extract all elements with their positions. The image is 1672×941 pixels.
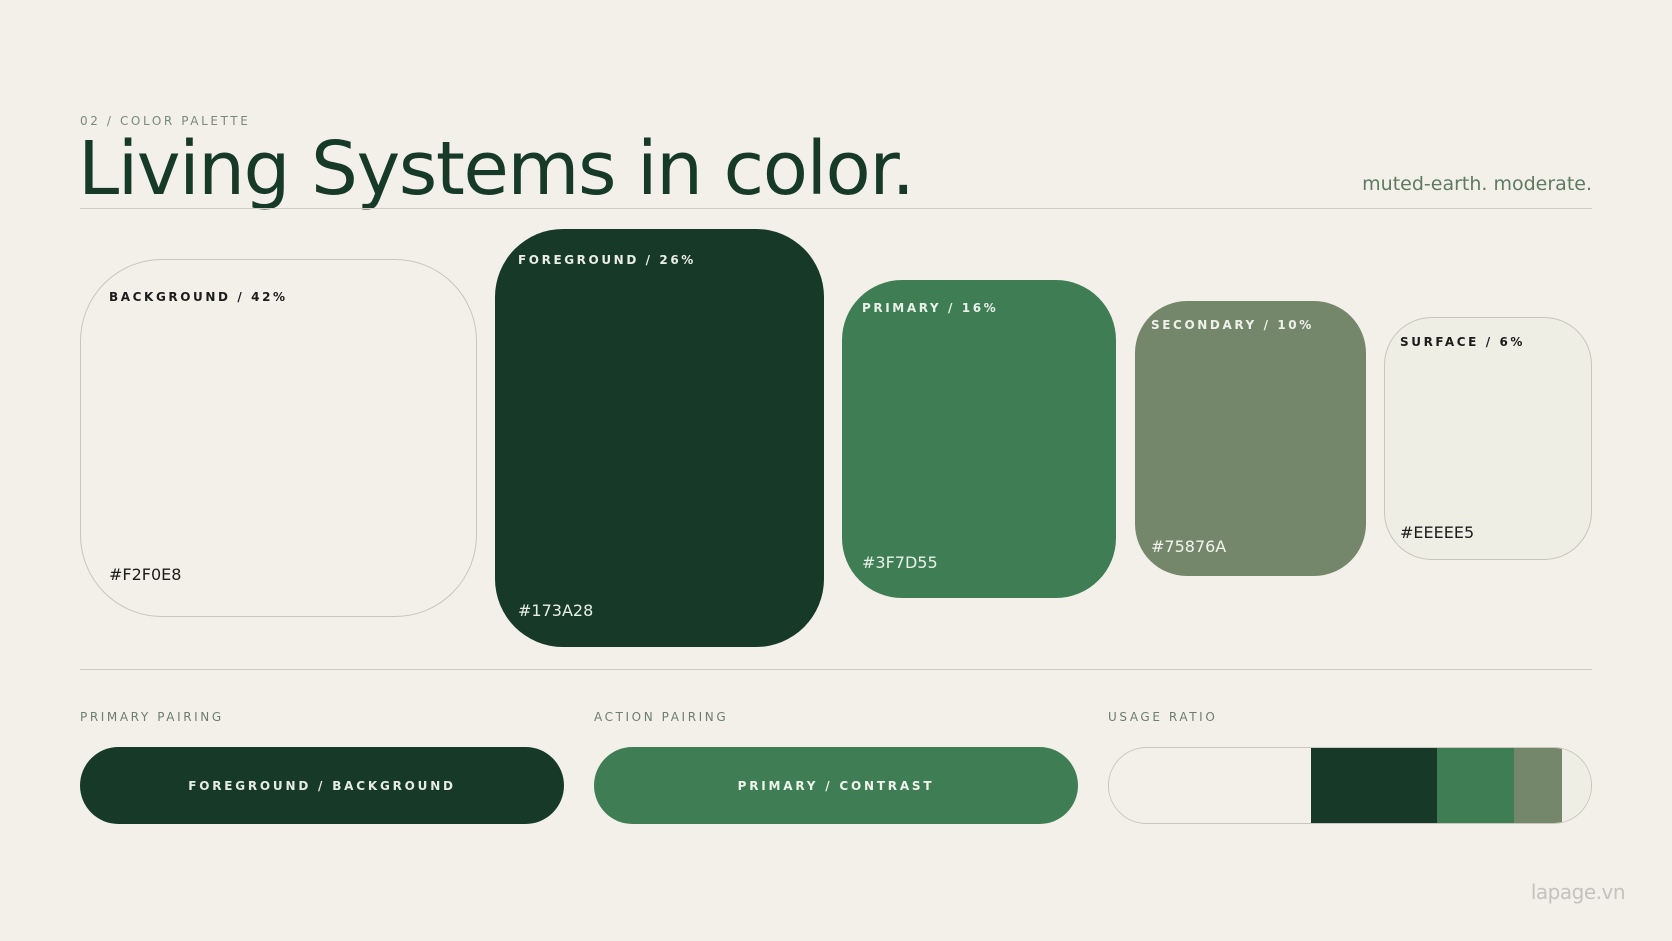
page-title: Living Systems in color.	[78, 126, 915, 212]
swatch-hex: #173A28	[518, 601, 594, 620]
swatch-hex: #F2F0E8	[109, 565, 182, 584]
action-pairing-label: ACTION PAIRING	[594, 710, 729, 724]
primary-pairing-pill: FOREGROUND / BACKGROUND	[80, 747, 564, 824]
pill-text: PRIMARY / CONTRAST	[737, 778, 935, 793]
swatch-primary: PRIMARY / 16% #3F7D55	[842, 280, 1116, 598]
ratio-segment-secondary	[1513, 748, 1563, 823]
swatch-label: SECONDARY / 10%	[1151, 318, 1314, 332]
ratio-segment-foreground	[1311, 748, 1437, 823]
swatch-foreground: FOREGROUND / 26% #173A28	[495, 229, 824, 647]
ratio-segment-background	[1109, 748, 1312, 823]
swatch-background: BACKGROUND / 42% #F2F0E8	[80, 259, 477, 617]
ratio-segment-surface	[1562, 748, 1591, 823]
swatch-hex: #3F7D55	[862, 553, 938, 572]
usage-ratio-bar	[1108, 747, 1592, 824]
swatch-label: SURFACE / 6%	[1400, 335, 1526, 349]
header-divider	[80, 208, 1592, 209]
ratio-segment-primary	[1436, 748, 1514, 823]
swatch-label: PRIMARY / 16%	[862, 301, 999, 315]
watermark: lapage.vn	[1530, 880, 1626, 904]
swatch-hex: #75876A	[1151, 537, 1227, 556]
swatch-label: FOREGROUND / 26%	[518, 253, 696, 267]
swatch-hex: #EEEEE5	[1400, 523, 1475, 542]
section-divider	[80, 669, 1592, 670]
primary-pairing-label: PRIMARY PAIRING	[80, 710, 224, 724]
palette-tagline: muted-earth. moderate.	[1362, 173, 1592, 195]
swatch-secondary: SECONDARY / 10% #75876A	[1135, 301, 1366, 576]
action-pairing-pill: PRIMARY / CONTRAST	[594, 747, 1078, 824]
usage-ratio-label: USAGE RATIO	[1108, 710, 1218, 724]
pill-text: FOREGROUND / BACKGROUND	[188, 778, 456, 793]
swatch-label: BACKGROUND / 42%	[109, 290, 288, 304]
swatch-surface: SURFACE / 6% #EEEEE5	[1384, 317, 1592, 560]
